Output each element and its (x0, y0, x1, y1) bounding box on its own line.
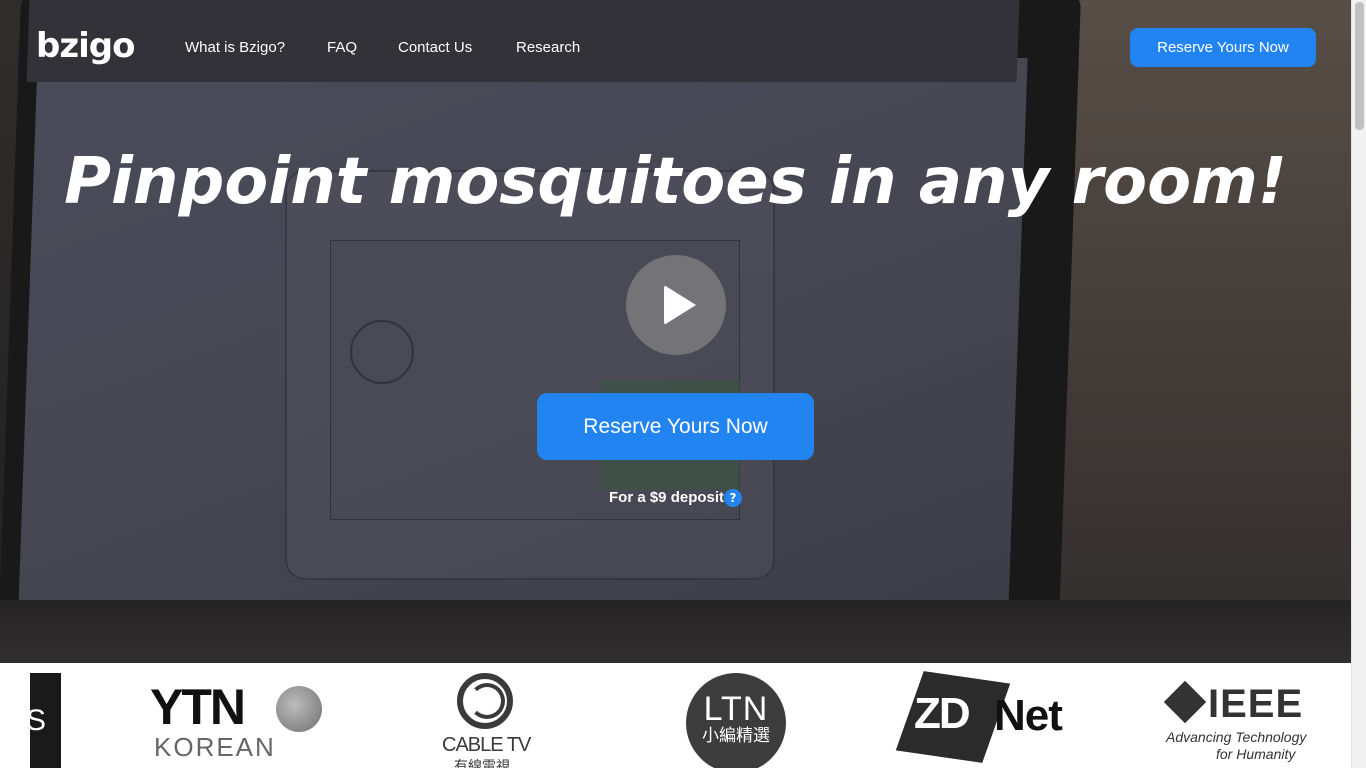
nav-link-faq[interactable]: FAQ (327, 38, 357, 58)
press-logo-zdnet: ZD Net (895, 671, 1078, 768)
ieee-diamond-icon (1163, 680, 1207, 724)
nav-link-research[interactable]: Research (516, 38, 580, 58)
play-video-button[interactable] (626, 255, 726, 355)
press-logo-cable-tv: CABLE TV 有線電視 (440, 673, 531, 768)
page-scrollbar[interactable] (1351, 0, 1366, 768)
ltn-logo-text: LTN (703, 690, 769, 728)
bzigo-logo[interactable]: bzigo (36, 26, 135, 66)
hero-headline: Pinpoint mosquitoes in any room! (64, 145, 1287, 219)
nav-link-contact-us[interactable]: Contact Us (398, 38, 472, 58)
ytn-logo-subtext: KOREAN (154, 732, 276, 762)
cable-tv-inner-ring-icon (469, 683, 505, 719)
help-icon[interactable]: ? (724, 489, 742, 507)
press-logo-ytn-korean: YTN KOREAN (150, 681, 330, 761)
press-logo-partial: S (30, 673, 61, 768)
ytn-logo-text: YTN (150, 679, 246, 735)
scrollbar-thumb[interactable] (1355, 2, 1364, 130)
hero-reserve-button[interactable]: Reserve Yours Now (537, 393, 814, 460)
zdnet-zd-text: ZD (914, 689, 971, 738)
ieee-tagline-line1: Advancing Technology (1166, 729, 1307, 745)
zdnet-net-text: Net (994, 691, 1063, 740)
nav-link-what-is-bzigo[interactable]: What is Bzigo? (185, 38, 285, 58)
cable-tv-logo-text: CABLE TV (442, 734, 531, 756)
globe-icon (276, 686, 322, 732)
press-logo-ieee: IEEE Advancing Technology for Humanity (1162, 680, 1322, 768)
press-logo-ltn: LTN 小編精選 (686, 673, 786, 768)
play-icon (664, 285, 696, 325)
ieee-logo-text: IEEE (1208, 682, 1304, 726)
deposit-note: For a $9 deposit (609, 489, 725, 506)
ieee-tagline-line2: for Humanity (1216, 746, 1296, 762)
press-logos-strip: S YTN KOREAN CABLE TV 有線電視 LTN 小編精選 ZD N… (0, 663, 1351, 768)
cable-tv-logo-subtext: 有線電視 (454, 759, 510, 768)
header-reserve-button[interactable]: Reserve Yours Now (1130, 28, 1316, 67)
ltn-logo-subtext: 小編精選 (702, 726, 770, 746)
